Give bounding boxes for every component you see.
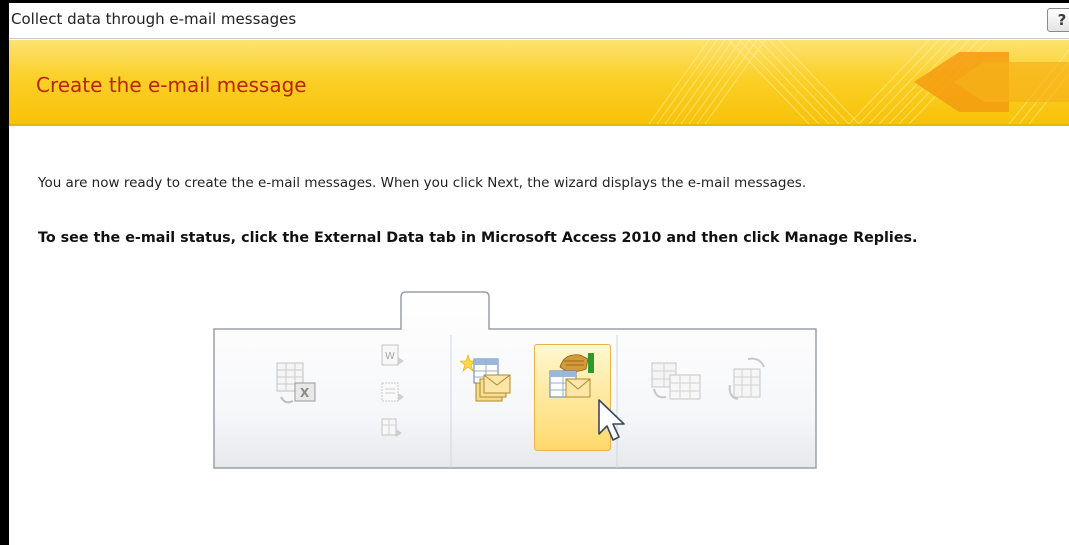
instruction-text: You are now ready to create the e-mail m… xyxy=(38,175,807,191)
svg-text:X: X xyxy=(300,386,310,400)
ribbon-illustration: X W xyxy=(213,291,817,469)
banner-divider xyxy=(9,124,1069,126)
manage-replies-icon xyxy=(549,353,594,398)
title-bar: Collect data through e-mail messages ? xyxy=(9,3,1069,39)
window-title: Collect data through e-mail messages xyxy=(11,10,297,28)
mouse-cursor-icon xyxy=(598,399,625,441)
import-more-icon xyxy=(381,418,402,437)
page-heading: Create the e-mail message xyxy=(36,73,307,97)
svg-text:W: W xyxy=(385,351,395,362)
create-email-icon xyxy=(460,354,511,402)
help-button[interactable]: ? xyxy=(1047,8,1069,32)
status-note-text: To see the e-mail status, click the Exte… xyxy=(38,230,918,246)
export-table-icon xyxy=(651,362,701,400)
header-banner: Create the e-mail message xyxy=(9,40,1069,124)
window-frame-left xyxy=(0,0,9,545)
help-icon: ? xyxy=(1057,11,1067,29)
import-text-icon xyxy=(381,382,404,402)
export-list-icon xyxy=(728,357,765,400)
import-excel-icon: X xyxy=(276,362,316,404)
import-word-icon: W xyxy=(381,344,404,366)
